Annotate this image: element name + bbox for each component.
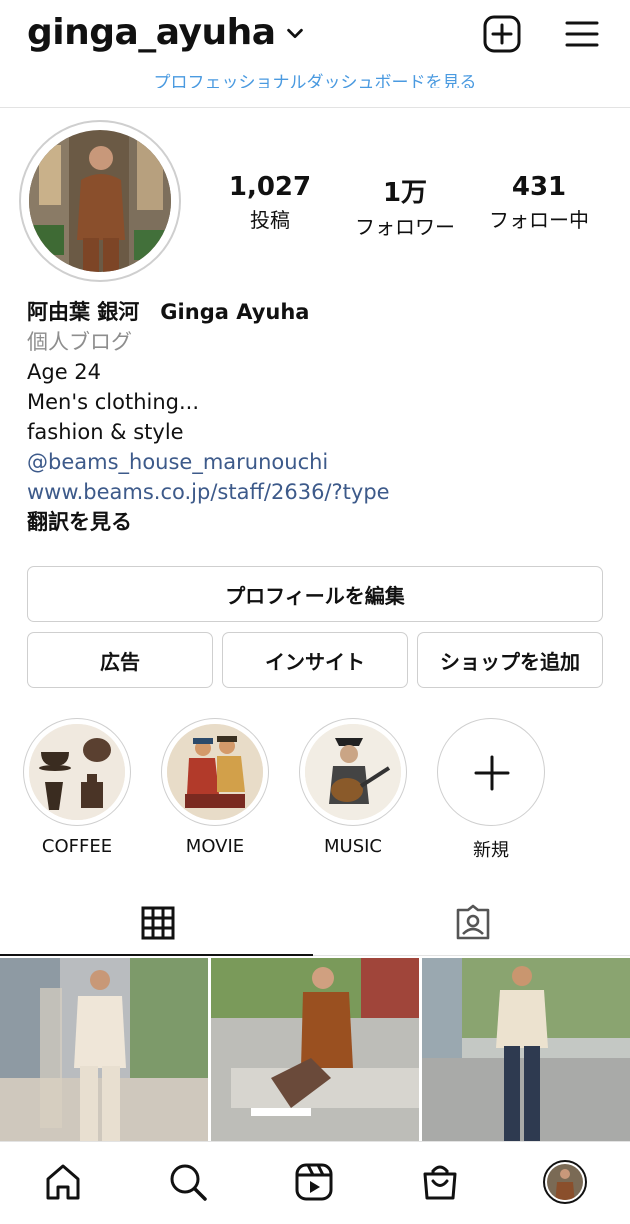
following-count-value: 431	[511, 172, 567, 202]
profile-avatar	[29, 130, 171, 272]
followers-count[interactable]: 1万 フォロワー	[340, 172, 470, 240]
username-label: ginga_ayuha	[27, 12, 276, 53]
new-post-icon[interactable]	[482, 14, 522, 54]
edit-profile-button[interactable]: プロフィールを編集	[27, 566, 603, 622]
highlight-ring	[437, 718, 545, 826]
menu-icon[interactable]	[562, 14, 602, 54]
nav-home[interactable]	[41, 1160, 85, 1204]
profile-avatar-icon	[543, 1160, 587, 1204]
bio-line: Men's clothing...	[27, 390, 200, 414]
account-switcher[interactable]: ginga_ayuha	[27, 12, 306, 53]
nav-reels[interactable]	[292, 1160, 336, 1204]
highlight-ring	[161, 718, 269, 826]
tab-divider	[313, 955, 630, 956]
posts-count-value: 1,027	[228, 172, 312, 202]
mention-link[interactable]: @beams_house_marunouchi	[27, 447, 607, 477]
website-link[interactable]: www.beams.co.jp/staff/2636/?type	[27, 477, 607, 507]
followers-count-label: フォロワー	[355, 215, 455, 239]
highlight-coffee[interactable]: COFFEE	[23, 718, 131, 857]
insights-button[interactable]: インサイト	[222, 632, 408, 688]
highlight-label: MOVIE	[185, 836, 245, 857]
highlight-label: 新規	[473, 840, 509, 861]
chevron-down-icon	[286, 28, 303, 38]
highlight-new[interactable]: 新規	[437, 718, 545, 862]
highlight-label: MUSIC	[323, 836, 382, 857]
home-icon	[46, 1164, 80, 1200]
highlight-label: COFFEE	[41, 836, 113, 857]
highlight-movie[interactable]: MOVIE	[161, 718, 269, 857]
profile-bio: 阿由葉 銀河 Ginga Ayuha 個人ブログ Age 24 Men's cl…	[27, 297, 607, 537]
highlight-cover	[305, 724, 401, 820]
tagged-icon	[456, 904, 489, 940]
tab-grid[interactable]	[0, 890, 315, 956]
highlight-cover	[29, 724, 125, 820]
display-name: 阿由葉 銀河 Ginga Ayuha	[27, 300, 310, 324]
profile-tabs	[0, 890, 630, 956]
bio-line: fashion & style	[27, 420, 184, 444]
grid-icon	[141, 906, 174, 940]
post-grid	[0, 958, 630, 1141]
add-shop-button[interactable]: ショップを追加	[417, 632, 603, 688]
highlight-music[interactable]: MUSIC	[299, 718, 407, 857]
posts-count[interactable]: 1,027 投稿	[205, 172, 335, 233]
nav-shop[interactable]	[418, 1160, 462, 1204]
reels-icon	[295, 1163, 333, 1201]
nav-search[interactable]	[166, 1160, 210, 1204]
translate-link[interactable]: 翻訳を見る	[27, 507, 607, 537]
search-icon	[170, 1164, 207, 1201]
posts-count-label: 投稿	[250, 208, 290, 232]
tab-tagged[interactable]	[315, 890, 630, 956]
top-header: ginga_ayuha プロフェッショナルダッシュボードを見る	[0, 0, 630, 108]
active-tab-indicator	[0, 954, 313, 956]
professional-dashboard-link[interactable]: プロフェッショナルダッシュボードを見る	[0, 68, 630, 88]
bio-line: Age 24	[27, 360, 102, 384]
highlight-cover	[167, 724, 263, 820]
bottom-navigation	[0, 1141, 630, 1224]
followers-count-value: 1万	[382, 178, 428, 208]
following-count-label: フォロー中	[489, 208, 589, 232]
post-thumbnail[interactable]	[211, 958, 419, 1141]
highlight-ring	[299, 718, 407, 826]
highlight-ring	[23, 718, 131, 826]
profile-category: 個人ブログ	[27, 330, 132, 354]
profile-avatar-ring[interactable]	[19, 120, 181, 282]
plus-icon	[474, 755, 510, 791]
post-thumbnail[interactable]	[0, 958, 208, 1141]
shop-icon	[423, 1165, 457, 1200]
nav-profile[interactable]	[543, 1160, 587, 1204]
following-count[interactable]: 431 フォロー中	[474, 172, 604, 233]
post-thumbnail[interactable]	[422, 958, 630, 1141]
ads-button[interactable]: 広告	[27, 632, 213, 688]
